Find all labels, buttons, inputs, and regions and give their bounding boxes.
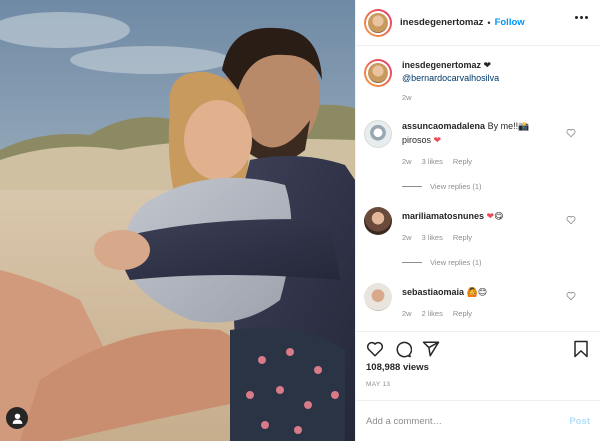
follow-button[interactable]: Follow [495,17,525,28]
post-photo[interactable] [0,0,355,441]
heart-emoji: ❤ [486,212,495,222]
comment-avatar[interactable] [364,120,392,148]
comment-age[interactable]: 2w [402,307,412,320]
comments-list[interactable]: inesdegenertomaz ❤ @bernardocarvalhosilv… [356,47,600,330]
like-comment-heart-icon[interactable] [566,215,576,225]
add-comment-bar: Post [356,400,600,441]
more-options-icon[interactable] [575,16,588,19]
comment-input[interactable] [366,415,570,427]
reply-button[interactable]: Reply [453,307,472,320]
replies-divider-line [402,186,422,187]
camera-flash-emoji: 📸 [518,122,530,132]
caption-age[interactable]: 2w [402,91,412,104]
view-replies-button[interactable]: View replies (1) [402,258,592,267]
view-replies-label: View replies (1) [430,182,482,191]
heart-icon[interactable] [366,340,384,358]
instagram-post: inesdegenertomaz • Follow inesdegenertom… [0,0,600,441]
post-date[interactable]: MAY 13 [366,381,390,388]
comment-avatar[interactable] [364,283,392,311]
comment-age[interactable]: 2w [402,155,412,168]
caption-mention[interactable]: @bernardocarvalhosilva [402,73,499,83]
like-comment-heart-icon[interactable] [566,128,576,138]
comment-username[interactable]: mariliamatosnunes [402,211,484,221]
post-header: inesdegenertomaz • Follow [356,0,600,46]
caption-heart-emoji: ❤ [483,60,492,70]
comment-icon[interactable] [394,340,412,358]
user-tag-icon[interactable] [6,407,28,429]
smiling-face-emoji: 😊 [477,288,488,298]
comment-username[interactable]: assuncaomadalena [402,121,485,131]
caption-avatar[interactable] [364,59,392,87]
comment-likes[interactable]: 3 likes [422,155,443,168]
comment-likes[interactable]: 3 likes [422,231,443,244]
view-count[interactable]: 108,988 views [366,362,429,373]
reply-button[interactable]: Reply [453,231,472,244]
like-comment-heart-icon[interactable] [566,291,576,301]
author-username[interactable]: inesdegenertomaz [400,17,483,28]
comment-text-line2: pirosos [402,135,432,145]
comment-likes[interactable]: 2 likes [422,307,443,320]
photo-illustration [0,0,355,441]
reply-button[interactable]: Reply [453,155,472,168]
yum-face-emoji: 😋 [494,212,504,222]
view-replies-label: View replies (1) [430,258,482,267]
post-side-panel: inesdegenertomaz • Follow inesdegenertom… [355,0,600,441]
comment-text: By me!! [487,121,519,131]
comment-item: sebastiaomaia 🙆😊 2w 2 likes Reply [364,283,592,320]
heart-emoji: ❤ [433,136,442,146]
separator-dot: • [487,17,491,28]
comment-item: assuncaomadalena By me!!📸 pirosos ❤ 2w 3… [364,120,592,168]
post-comment-button[interactable]: Post [569,416,590,427]
post-caption: inesdegenertomaz ❤ @bernardocarvalhosilv… [364,59,592,104]
comment-avatar[interactable] [364,207,392,235]
author-avatar[interactable] [364,8,392,37]
bookmark-icon[interactable] [572,340,590,358]
comment-username[interactable]: sebastiaomaia [402,287,464,297]
caption-username[interactable]: inesdegenertomaz [402,60,481,70]
gesture-emoji: 🙆 [466,288,478,298]
replies-divider-line [402,262,422,263]
comment-item: mariliamatosnunes ❤😋 2w 3 likes Reply [364,207,592,244]
comment-age[interactable]: 2w [402,231,412,244]
view-replies-button[interactable]: View replies (1) [402,182,592,191]
share-icon[interactable] [422,340,440,358]
